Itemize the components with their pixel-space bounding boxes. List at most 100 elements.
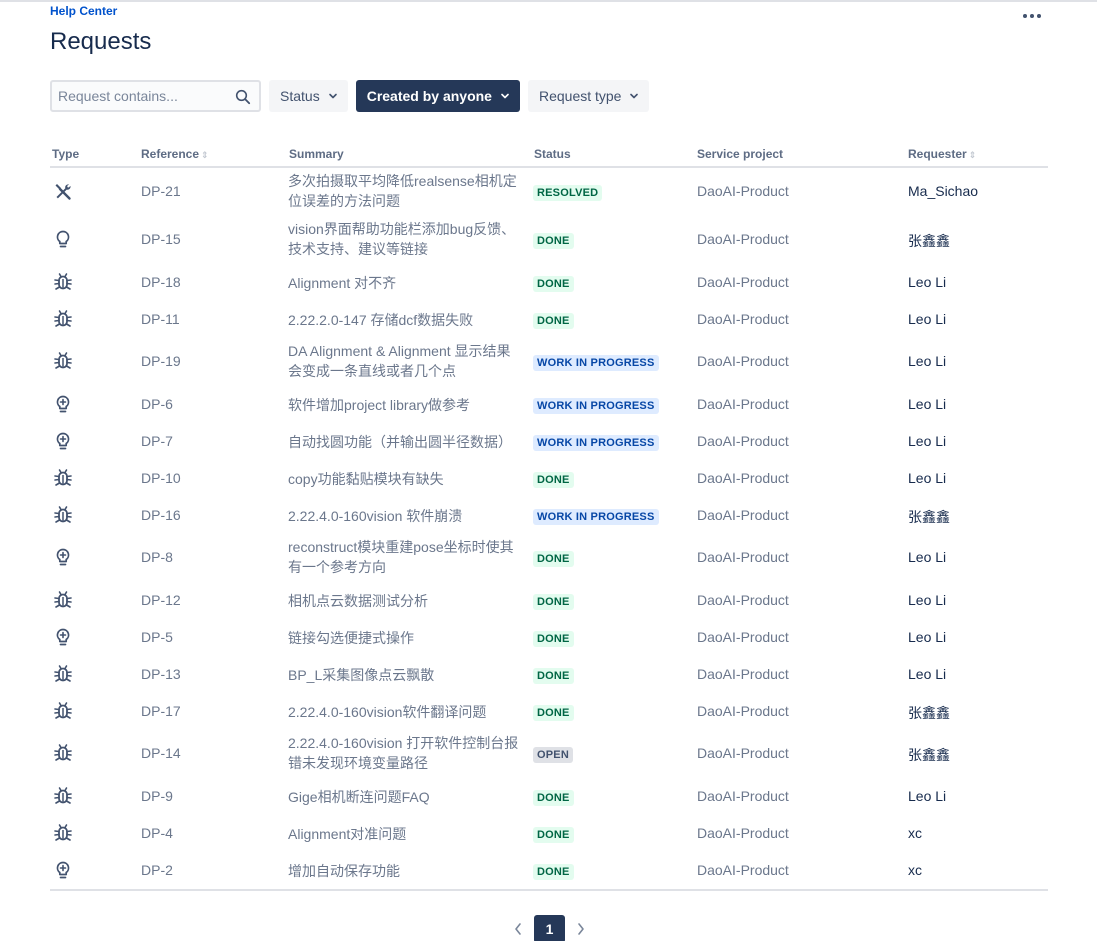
summary-link[interactable]: 自动找圆功能（并输出圆半径数据） xyxy=(288,432,520,452)
table-row[interactable]: DP-15 vision界面帮助功能栏添加bug反馈、技术支持、建议等链接 DONE… xyxy=(50,216,1048,264)
column-header-status: Status xyxy=(534,147,571,161)
status-filter-button[interactable]: Status xyxy=(269,80,348,112)
table-row[interactable]: DP-17 2.22.4.0-160vision软件翻译问题 DONE DaoAI-P… xyxy=(50,693,1048,730)
requester-name: Leo Li xyxy=(908,310,947,327)
summary-link[interactable]: Alignment 对不齐 xyxy=(288,273,520,293)
previous-page-button[interactable] xyxy=(510,915,526,941)
table-row[interactable]: DP-6 软件增加project library做参考 WORK IN PROGRE… xyxy=(50,386,1048,423)
service-project: DaoAI-Product xyxy=(697,353,789,369)
next-page-button[interactable] xyxy=(573,915,589,941)
status-badge: WORK IN PROGRESS xyxy=(533,397,659,414)
requester-name: Leo Li xyxy=(908,353,947,369)
reference-link[interactable]: DP-17 xyxy=(141,703,181,719)
reference-link[interactable]: DP-9 xyxy=(141,788,173,804)
request-type-filter-label: Request type xyxy=(538,88,622,104)
summary-link[interactable]: 2.22.4.0-160vision 打开软件控制台报错未发现环境变量路径 xyxy=(288,733,520,773)
reference-link[interactable]: DP-18 xyxy=(141,274,181,290)
lightbulb-plus-icon xyxy=(56,432,70,449)
page-number-button[interactable]: 1 xyxy=(534,915,565,941)
filter-bar: Status Created by anyone Request type xyxy=(50,80,650,112)
table-row[interactable]: DP-4 Alignment对准问题 DONE DaoAI-Product xc xyxy=(50,815,1048,852)
status-badge: DONE xyxy=(533,704,574,721)
bug-icon xyxy=(54,664,72,682)
table-row[interactable]: DP-7 自动找圆功能（并输出圆半径数据） WORK IN PROGRESS DaoA… xyxy=(50,423,1048,460)
table-row[interactable]: DP-18 Alignment 对不齐 DONE DaoAI-Product Leo L… xyxy=(50,264,1048,301)
table-row[interactable]: DP-16 2.22.4.0-160vision 软件崩溃 WORK IN PROG… xyxy=(50,497,1048,534)
table-row[interactable]: DP-12 相机点云数据测试分析 DONE DaoAI-Product Leo Li xyxy=(50,582,1048,619)
table-row[interactable]: DP-11 2.22.2.0-147 存储dcf数据失败 DONE DaoAI-Pro… xyxy=(50,301,1048,338)
reference-link[interactable]: DP-13 xyxy=(141,666,181,682)
column-header-service-project: Service project xyxy=(697,147,784,161)
more-dot xyxy=(1030,14,1034,18)
table-row[interactable]: DP-10 copy功能黏贴模块有缺失 DONE DaoAI-Product Leo L… xyxy=(50,460,1048,497)
summary-link[interactable]: BP_L采集图像点云飘散 xyxy=(288,665,520,685)
created-by-filter-button[interactable]: Created by anyone xyxy=(355,80,520,112)
summary-link[interactable]: 2.22.2.0-147 存储dcf数据失败 xyxy=(288,310,520,330)
reference-link[interactable]: DP-8 xyxy=(141,549,173,565)
summary-link[interactable]: 增加自动保存功能 xyxy=(288,861,520,881)
requester-name: Leo Li xyxy=(908,432,947,449)
table-row[interactable]: DP-13 BP_L采集图像点云飘散 DONE DaoAI-Product Leo Li xyxy=(50,656,1048,693)
summary-link[interactable]: reconstruct模块重建pose坐标时使其有一个参考方向 xyxy=(288,537,520,577)
requester-name: Leo Li xyxy=(908,395,947,412)
table-bottom-divider xyxy=(50,889,1048,891)
search-box xyxy=(50,80,261,112)
requester-name: Leo Li xyxy=(908,628,947,645)
summary-link[interactable]: 软件增加project library做参考 xyxy=(288,395,520,415)
lightbulb-plus-icon xyxy=(56,395,70,412)
summary-link[interactable]: 2.22.4.0-160vision 软件崩溃 xyxy=(288,506,520,526)
sort-icon: ⇕ xyxy=(968,150,977,160)
reference-link[interactable]: DP-2 xyxy=(141,862,173,878)
summary-link[interactable]: 相机点云数据测试分析 xyxy=(288,591,520,611)
column-header-requester[interactable]: Requester ⇕ xyxy=(908,147,976,161)
column-header-reference[interactable]: Reference ⇕ xyxy=(141,147,209,161)
requester-name: Leo Li xyxy=(908,469,947,486)
reference-link[interactable]: DP-6 xyxy=(141,396,173,412)
status-badge: RESOLVED xyxy=(533,185,603,201)
status-badge: DONE xyxy=(533,826,574,843)
lightbulb-plus-icon xyxy=(56,548,70,566)
reference-link[interactable]: DP-14 xyxy=(141,745,181,761)
summary-link[interactable]: DA Alignment & Alignment 显示结果会变成一条直线或者几个… xyxy=(288,341,520,381)
table-row[interactable]: DP-19 DA Alignment & Alignment 显示结果会变成一条直… xyxy=(50,338,1048,386)
page-title: Requests xyxy=(50,28,152,55)
reference-link[interactable]: DP-7 xyxy=(141,433,173,449)
reference-link[interactable]: DP-10 xyxy=(141,470,181,486)
table-row[interactable]: DP-14 2.22.4.0-160vision 打开软件控制台报错未发现环境变量… xyxy=(50,730,1048,778)
table-row[interactable]: DP-21 多次拍摄取平均降低realsense相机定位误差的方法问题 RESOLV… xyxy=(50,168,1048,216)
summary-link[interactable]: 2.22.4.0-160vision软件翻译问题 xyxy=(288,702,520,722)
summary-link[interactable]: 链接勾选便捷式操作 xyxy=(288,628,520,648)
reference-link[interactable]: DP-19 xyxy=(141,353,181,369)
summary-link[interactable]: 多次拍摄取平均降低realsense相机定位误差的方法问题 xyxy=(288,171,520,211)
service-project: DaoAI-Product xyxy=(697,824,789,841)
table-row[interactable]: DP-5 链接勾选便捷式操作 DONE DaoAI-Product Leo Li xyxy=(50,619,1048,656)
search-input[interactable] xyxy=(52,82,259,110)
service-project: DaoAI-Product xyxy=(697,183,789,199)
table-row[interactable]: DP-9 Gige相机断连问题FAQ DONE DaoAI-Product Leo Li xyxy=(50,778,1048,815)
top-divider xyxy=(0,0,1097,2)
summary-link[interactable]: copy功能黏贴模块有缺失 xyxy=(288,469,520,489)
table-header: Type Reference ⇕ Summary Status Service p… xyxy=(50,143,1048,168)
reference-link[interactable]: DP-4 xyxy=(141,825,173,841)
reference-link[interactable]: DP-21 xyxy=(141,183,181,199)
table-row[interactable]: DP-2 增加自动保存功能 DONE DaoAI-Product xc xyxy=(50,852,1048,889)
table-row[interactable]: DP-8 reconstruct模块重建pose坐标时使其有一个参考方向 DONE D… xyxy=(50,534,1048,582)
summary-link[interactable]: vision界面帮助功能栏添加bug反馈、技术支持、建议等链接 xyxy=(288,219,520,259)
reference-link[interactable]: DP-16 xyxy=(141,507,181,523)
summary-link[interactable]: Gige相机断连问题FAQ xyxy=(288,787,520,807)
reference-link[interactable]: DP-11 xyxy=(141,311,180,327)
requester-name: 张鑫鑫 xyxy=(908,747,950,763)
summary-link[interactable]: Alignment对准问题 xyxy=(288,824,520,844)
service-project: DaoAI-Product xyxy=(697,591,789,608)
request-type-filter-button[interactable]: Request type xyxy=(527,80,650,112)
status-badge: DONE xyxy=(533,593,574,610)
status-badge: DONE xyxy=(533,312,574,329)
reference-link[interactable]: DP-5 xyxy=(141,629,173,645)
help-center-link[interactable]: Help Center xyxy=(50,4,117,18)
reference-link[interactable]: DP-12 xyxy=(141,592,181,608)
bug-icon xyxy=(54,468,72,486)
reference-link[interactable]: DP-15 xyxy=(141,231,181,247)
more-actions-button[interactable] xyxy=(1018,6,1046,26)
search-icon[interactable] xyxy=(235,89,251,105)
status-badge: DONE xyxy=(533,471,574,488)
